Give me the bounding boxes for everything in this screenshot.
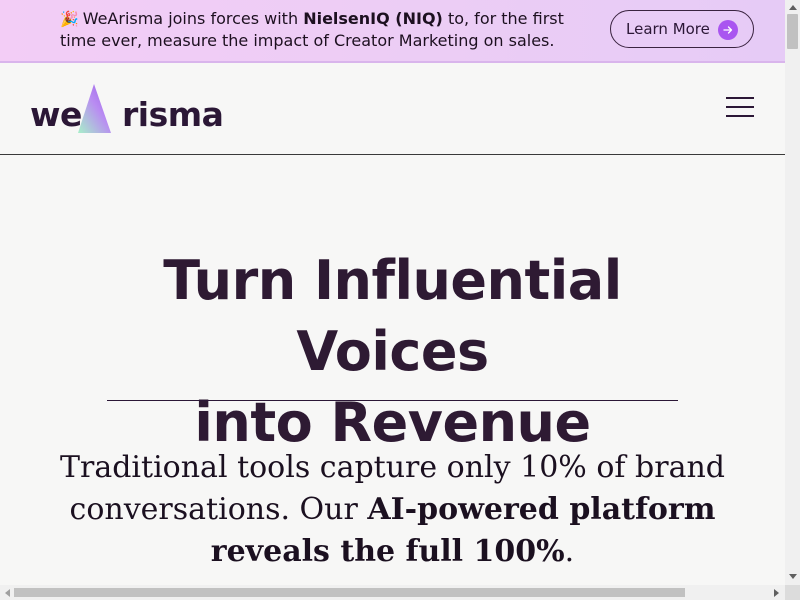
hero-divider xyxy=(107,400,678,401)
horizontal-scroll-thumb[interactable] xyxy=(14,588,685,597)
scroll-down-arrow-icon[interactable] xyxy=(789,574,797,579)
scroll-right-arrow-icon[interactable] xyxy=(774,589,779,597)
hero-title-line-1: Turn Influential Voices xyxy=(163,249,622,383)
announcement-partner-name: NielsenIQ (NIQ) xyxy=(303,9,443,28)
scroll-up-arrow-icon[interactable] xyxy=(789,5,797,10)
hamburger-menu-icon[interactable] xyxy=(726,96,756,120)
announcement-bar: 🎉 WeArisma joins forces with NielsenIQ (N… xyxy=(0,0,785,63)
hero-title: Turn Influential Voices into Revenue xyxy=(60,245,725,458)
arrow-right-icon xyxy=(718,20,738,40)
vertical-scroll-thumb[interactable] xyxy=(787,14,798,49)
logo-text-start: we xyxy=(30,95,82,134)
announcement-text-start: WeArisma joins forces with xyxy=(82,9,304,28)
vertical-scrollbar[interactable] xyxy=(785,0,800,585)
logo-text-end: risma xyxy=(122,95,224,134)
wearisma-logo[interactable]: we risma xyxy=(30,83,224,138)
hero-subtitle-end: . xyxy=(564,534,575,569)
page-viewport: 🎉 WeArisma joins forces with NielsenIQ (N… xyxy=(0,0,785,585)
logo-triangle-icon xyxy=(78,84,111,133)
learn-more-label: Learn More xyxy=(626,20,710,38)
site-header: we risma xyxy=(0,63,785,155)
party-popper-icon: 🎉 xyxy=(60,10,79,28)
hero-subtitle: Traditional tools capture only 10% of br… xyxy=(50,447,735,573)
scroll-left-arrow-icon[interactable] xyxy=(5,589,10,597)
horizontal-scrollbar[interactable] xyxy=(0,585,785,600)
announcement-text: 🎉 WeArisma joins forces with NielsenIQ (N… xyxy=(60,8,605,51)
scrollbar-corner xyxy=(785,585,800,600)
learn-more-button[interactable]: Learn More xyxy=(610,10,754,48)
